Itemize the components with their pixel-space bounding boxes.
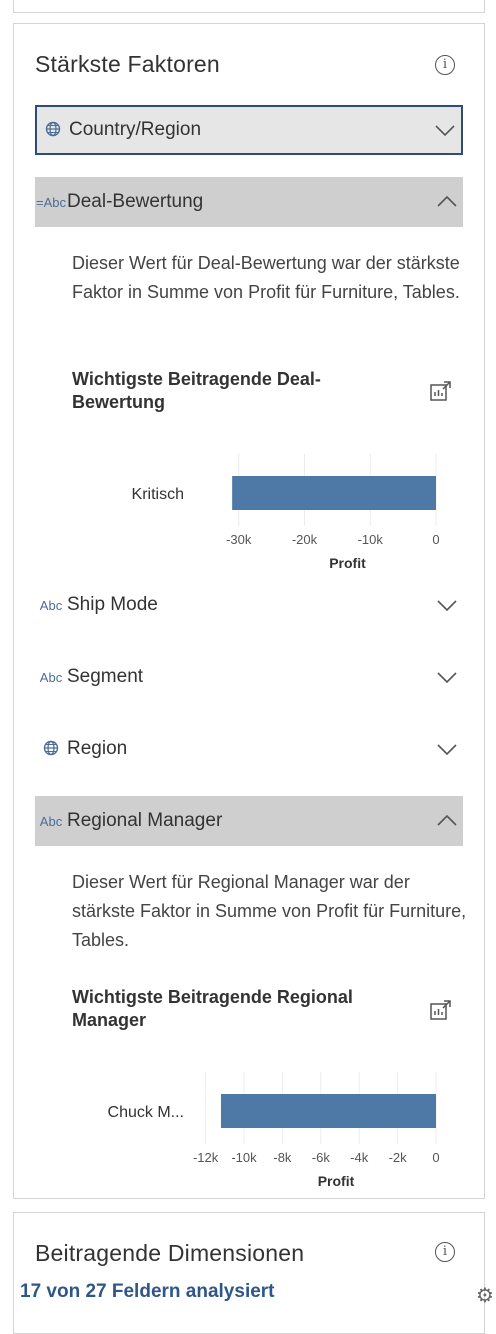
tick-label: -4k [350,1150,369,1165]
globe-icon [35,740,67,759]
manager-description: Dieser Wert für Regional Manager war der… [72,872,467,950]
tick-label: -12k [193,1150,219,1165]
tick-label: -30k [226,532,252,547]
strongest-factors-card: Stärkste Faktoren i Country/Region =Abc … [13,23,485,1199]
row-label: Region [67,738,128,759]
open-chart-icon[interactable] [429,999,453,1023]
chevron-down-icon [437,744,457,756]
deal-description: Dieser Wert für Deal-Bewertung war der s… [72,253,460,302]
globe-icon [37,121,69,140]
category-label: Kritisch [132,486,184,503]
open-chart-icon[interactable] [429,380,453,404]
chevron-up-icon [437,195,457,207]
category-label: Chuck M... [108,1104,184,1121]
contributing-dimensions-card: Beitragende Dimensionen i [13,1212,485,1334]
chevron-down-icon [437,672,457,684]
row-label: Segment [67,666,144,687]
deal-subheading: Wichtigste Beitragende Deal-Bewertung [72,369,321,412]
text-dimension-icon: Abc [39,813,63,829]
chevron-down-icon [435,125,455,137]
factor-row-segment[interactable]: Abc Segment [35,652,463,702]
tick-label: -6k [312,1150,331,1165]
manager-bar-chart: Chuck M... -12k -10k -8k -6k -4k -2k 0 Profit [108,1072,440,1189]
factor-row-regional-manager[interactable]: Abc Regional Manager [35,796,463,846]
axis-label: Profit [318,1173,355,1189]
factor-row-country-region[interactable]: Country/Region [35,105,463,155]
factor-row-deal-bewertung[interactable]: =Abc Deal-Bewertung [35,177,463,227]
bar [220,1094,436,1128]
bar [232,476,436,510]
row-label: Deal-Bewertung [67,191,204,212]
row-label: Regional Manager [67,810,223,831]
chevron-up-icon [437,814,457,826]
info-icon[interactable]: i [435,1242,455,1262]
deal-bar-chart: Kritisch -30k -20k -10k 0 Profit [132,454,440,571]
tick-label: -20k [292,532,318,547]
tick-label: -10k [231,1150,257,1165]
gear-icon[interactable]: ⚙ [476,1283,494,1308]
tick-label: -8k [273,1150,292,1165]
axis-label: Profit [329,555,366,571]
tick-label: -2k [389,1150,408,1165]
previous-card-edge [13,0,485,13]
text-dimension-icon: Abc [39,669,63,685]
row-label: Country/Region [69,119,202,140]
card-title: Beitragende Dimensionen [35,1240,305,1266]
tick-label: -10k [358,532,384,547]
factor-row-region[interactable]: Region [35,724,463,774]
row-label: Ship Mode [67,594,158,615]
text-dimension-icon: Abc [39,597,63,613]
manager-subheading: Wichtigste Beitragende Regional Manager [72,987,353,1030]
info-icon[interactable]: i [435,55,455,75]
calculated-text-icon: =Abc [36,194,66,210]
card-title: Stärkste Faktoren [35,51,220,77]
tick-label: 0 [432,532,439,547]
factor-row-ship-mode[interactable]: Abc Ship Mode [35,580,463,630]
chevron-down-icon [437,600,457,612]
tick-label: 0 [432,1150,439,1165]
fields-analyzed-status: 17 von 27 Feldern analysiert [20,1281,275,1302]
